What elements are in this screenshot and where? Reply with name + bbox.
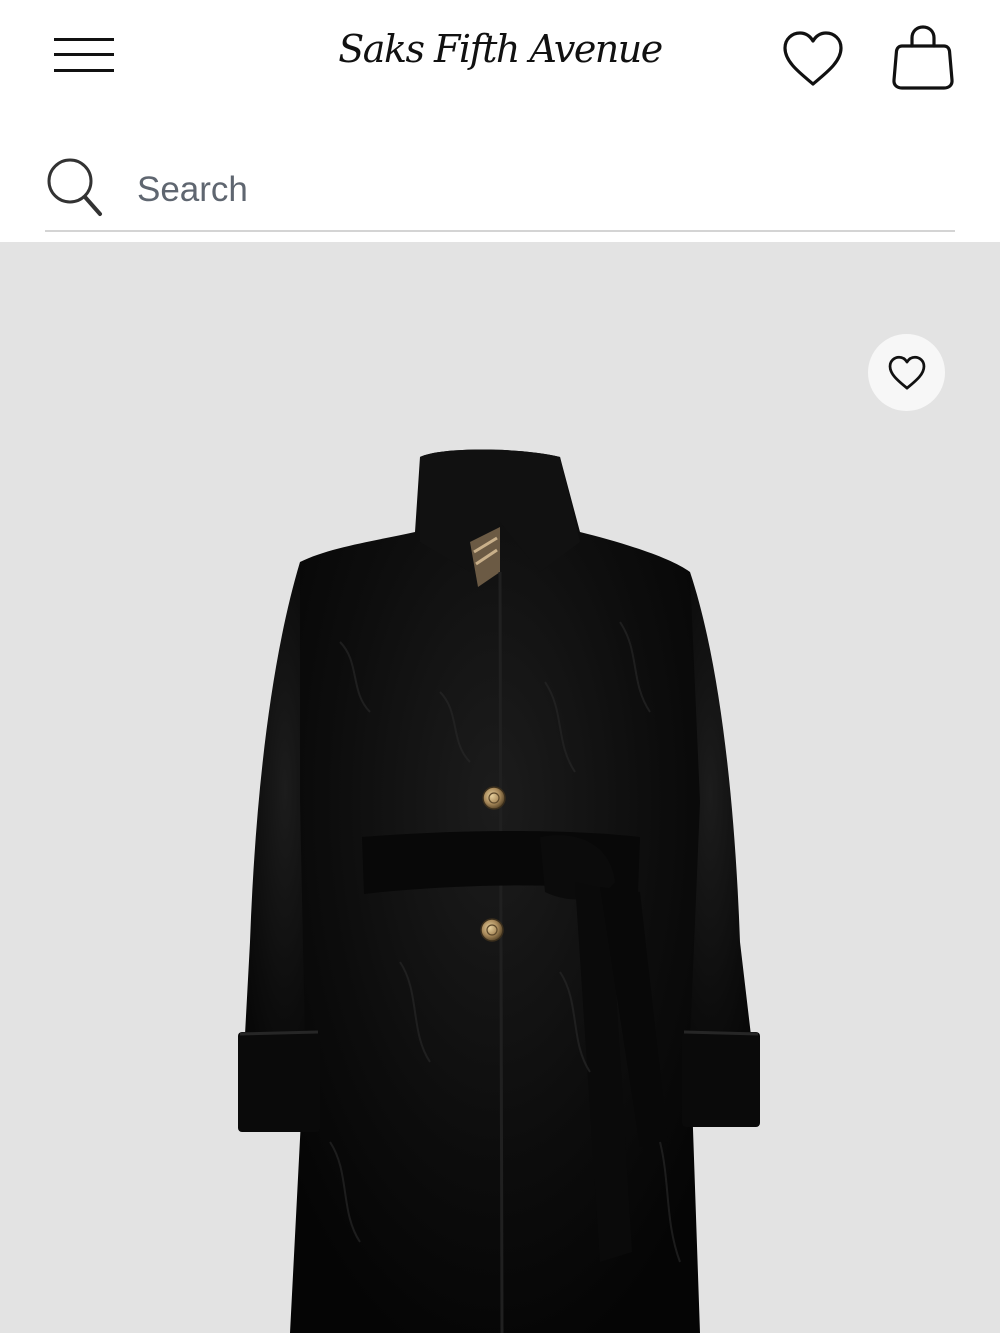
menu-button[interactable] — [44, 22, 124, 86]
menu-bar — [54, 53, 114, 56]
product-image[interactable] — [0, 242, 1000, 1333]
add-to-wishlist-button[interactable] — [868, 334, 945, 411]
shopping-bag-icon — [892, 25, 954, 90]
search-input[interactable] — [137, 162, 917, 218]
coat-body — [290, 449, 700, 1333]
product-image-area — [0, 242, 1000, 1333]
site-header: Saks Fifth Avenue — [0, 0, 1000, 120]
coat-button — [482, 786, 506, 810]
search-icon[interactable] — [45, 156, 105, 218]
product-page: Saks Fifth Avenue — [0, 0, 1000, 1333]
wishlist-button[interactable] — [780, 26, 846, 92]
coat-button — [480, 918, 504, 942]
search-bar — [45, 150, 955, 232]
site-logo[interactable]: Saks Fifth Avenue — [330, 14, 670, 84]
menu-bar — [54, 38, 114, 41]
heart-icon — [888, 355, 925, 390]
heart-icon — [783, 31, 843, 86]
menu-bar — [54, 69, 114, 72]
shopping-bag-button[interactable] — [888, 22, 958, 94]
coat-cuff-left — [238, 1032, 320, 1132]
coat-cuff-right — [682, 1032, 760, 1127]
